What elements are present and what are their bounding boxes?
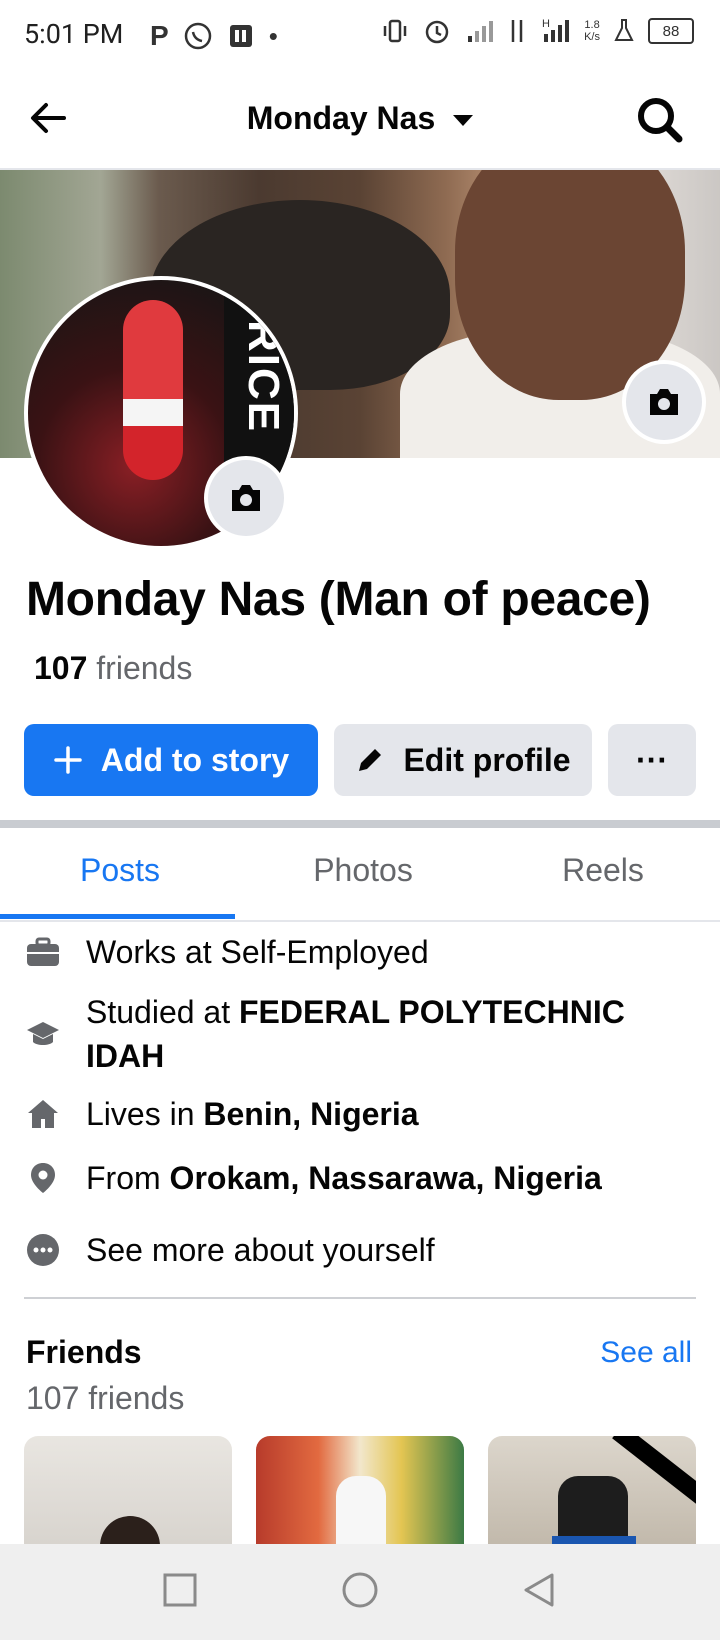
caret-down-icon (453, 115, 474, 127)
plus-icon (53, 745, 83, 775)
friend-count-number: 107 (34, 650, 88, 686)
profile-name: Monday Nas (Man of peace) (26, 573, 651, 626)
recents-button[interactable] (160, 1570, 200, 1615)
avatar-player-figure (123, 300, 183, 480)
dot-icon: • (268, 21, 278, 51)
signal-h-icon: H (542, 18, 570, 42)
signal-icon (468, 21, 494, 42)
tab-reels[interactable]: Reels (483, 852, 720, 889)
edit-profile-button[interactable]: Edit profile (334, 724, 592, 796)
data-arrows-icon (511, 20, 523, 42)
more-options-button[interactable]: ··· (608, 724, 696, 796)
friend-count[interactable]: 107 friends (34, 650, 192, 687)
notification-icons: P • (150, 16, 278, 56)
top-app-bar: Monday Nas (0, 72, 720, 170)
section-divider (24, 1297, 696, 1299)
p-app-icon: P (150, 20, 169, 51)
from-prefix: From (86, 1160, 170, 1196)
tab-posts[interactable]: Posts (0, 852, 240, 889)
square-icon (163, 1573, 197, 1607)
system-back-button[interactable] (520, 1570, 560, 1615)
profile-tabs: Posts Photos Reels (0, 828, 720, 922)
search-button[interactable] (634, 94, 686, 146)
svg-text:H: H (542, 18, 550, 30)
add-to-story-label: Add to story (100, 741, 290, 778)
edit-profile-label: Edit profile (403, 741, 571, 778)
circle-icon (342, 1572, 378, 1608)
system-icons: H 1.8 K/s 88 (380, 16, 694, 46)
battery-level: 88 (662, 22, 680, 40)
whatsapp-icon (184, 22, 211, 50)
pencil-icon (355, 745, 385, 775)
section-divider (0, 820, 720, 828)
battery-icon: 88 (648, 18, 694, 44)
see-more-text: See more about yourself (86, 1232, 435, 1268)
more-circle-icon (24, 1228, 62, 1272)
camera-icon (650, 389, 678, 415)
profile-switcher[interactable]: Monday Nas (0, 100, 720, 137)
avatar-text: RICE (239, 320, 288, 434)
edit-cover-photo-button[interactable] (626, 364, 702, 440)
flask-icon (614, 19, 634, 41)
study-prefix: Studied at (86, 994, 239, 1030)
about-work-row: Works at Self-Employed (24, 930, 429, 974)
search-icon (638, 98, 683, 143)
work-text: Works at Self-Employed (86, 934, 429, 970)
lives-prefix: Lives in (86, 1096, 204, 1132)
friend-count-label: friends (96, 650, 193, 686)
tab-photos[interactable]: Photos (243, 852, 483, 889)
active-tab-indicator (0, 914, 235, 919)
friend-thumbnail[interactable] (488, 1436, 696, 1556)
net-speed: 1.8 K/s (584, 19, 600, 43)
friends-section-count: 107 friends (26, 1380, 185, 1416)
about-lives-row: Lives in Benin, Nigeria (24, 1092, 419, 1136)
graduation-cap-icon (24, 990, 62, 1078)
home-button[interactable] (340, 1570, 380, 1615)
triangle-back-icon (524, 1573, 554, 1607)
briefcase-icon (24, 930, 62, 974)
news-app-icon (229, 25, 252, 47)
clock: 5:01 PM (24, 18, 124, 50)
see-all-friends-link[interactable]: See all (600, 1336, 692, 1370)
vibrate-icon (383, 19, 407, 43)
more-dots-icon: ··· (636, 741, 668, 778)
about-from-row: From Orokam, Nassarawa, Nigeria (24, 1156, 602, 1200)
camera-icon (232, 485, 260, 511)
add-to-story-button[interactable]: Add to story (24, 724, 318, 796)
see-more-about-row[interactable]: See more about yourself (24, 1228, 435, 1272)
about-education-row: Studied at FEDERAL POLYTECHNIC IDAH (24, 990, 664, 1078)
edit-profile-picture-button[interactable] (208, 460, 284, 536)
friend-thumbnail[interactable] (256, 1436, 464, 1556)
from-place-link[interactable]: Orokam, Nassarawa, Nigeria (170, 1160, 602, 1196)
system-nav-bar (0, 1544, 720, 1640)
home-icon (24, 1092, 62, 1136)
friend-thumbnail[interactable] (24, 1436, 232, 1556)
page-title: Monday Nas (246, 100, 436, 136)
lives-place-link[interactable]: Benin, Nigeria (203, 1096, 418, 1132)
friends-section-title: Friends (26, 1334, 142, 1370)
status-bar: 5:01 PM P • H 1.8 K/s 88 (0, 0, 720, 72)
alarm-icon (425, 20, 449, 44)
location-pin-icon (24, 1156, 62, 1200)
